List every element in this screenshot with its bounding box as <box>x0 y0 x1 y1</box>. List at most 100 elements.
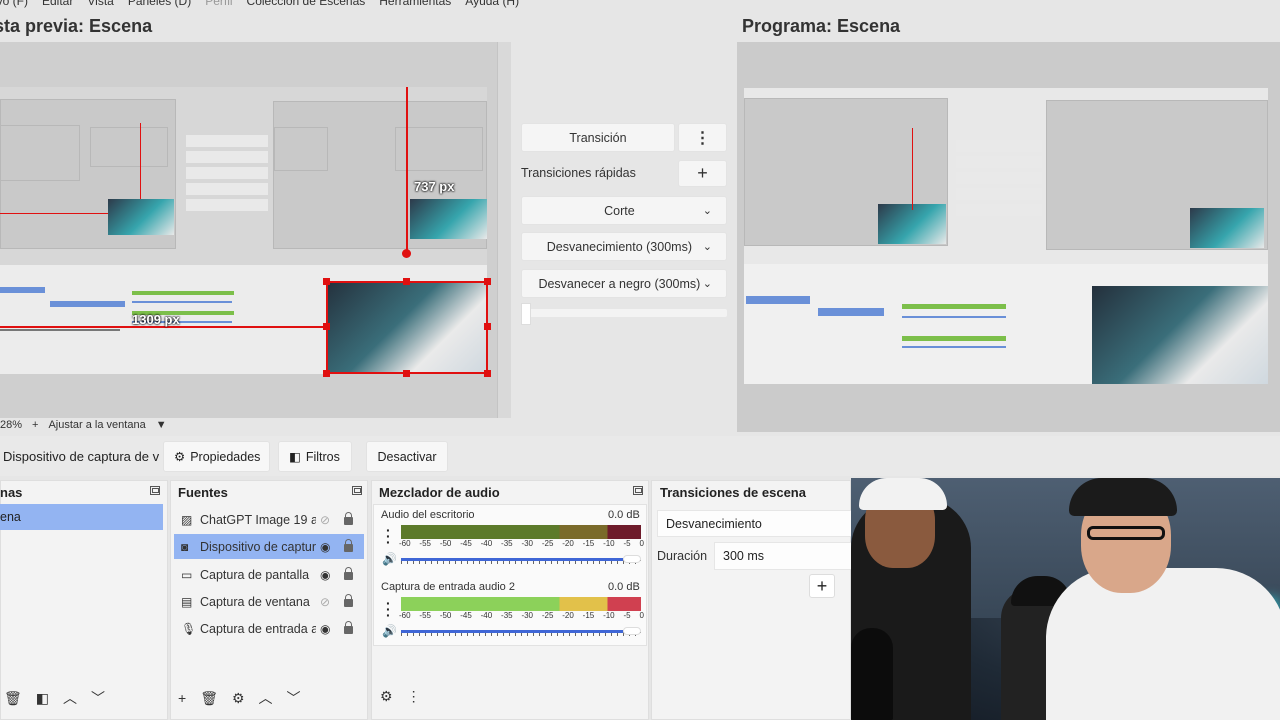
zoom-in-icon[interactable]: + <box>32 419 38 431</box>
db-tick: -40 <box>480 539 493 548</box>
scenes-toolbar: 🗑 ◧ ︿ ﹀ <box>4 688 105 708</box>
speaker-icon[interactable]: 🔊 <box>382 552 397 566</box>
volume-knob[interactable] <box>623 555 641 563</box>
nested-button <box>956 140 1042 152</box>
volume-slider[interactable] <box>401 630 623 633</box>
distance-label-vertical: 737 px <box>414 179 455 194</box>
guide-handle[interactable] <box>402 249 411 258</box>
deactivate-button[interactable]: Desactivar <box>366 441 448 472</box>
level-meter <box>401 525 641 532</box>
lock-icon[interactable] <box>344 567 353 580</box>
glasses <box>1087 526 1165 540</box>
db-tick: -45 <box>460 611 472 620</box>
channel-menu-icon[interactable]: · · · <box>386 523 391 549</box>
source-label: Captura de pantalla <box>200 567 310 582</box>
quick-transition-cut[interactable]: Corte ⌄ <box>521 196 727 225</box>
menu-tools[interactable]: Herramientas <box>379 0 451 10</box>
resize-handle-bl[interactable] <box>323 370 330 377</box>
menu-scene-collection[interactable]: Colección de Escenas <box>247 0 366 10</box>
db-tick: -20 <box>562 539 574 548</box>
transition-button[interactable]: Transición <box>521 123 675 152</box>
filters-button[interactable]: ◧ Filtros <box>278 441 352 472</box>
lock-icon[interactable] <box>344 539 353 552</box>
nested-divider <box>0 329 120 331</box>
nested-meter <box>902 336 1006 341</box>
person-right <box>1046 568 1280 720</box>
scene-item-selected[interactable]: ena <box>0 504 163 530</box>
db-tick: -45 <box>460 539 472 548</box>
nested-camera <box>410 199 487 239</box>
zoom-dropdown-icon[interactable]: ▼ <box>156 419 167 431</box>
volume-knob[interactable] <box>623 627 641 635</box>
menu-file[interactable]: ivo (F) <box>0 0 28 10</box>
eye-hidden-icon[interactable]: ⊘ <box>320 595 330 609</box>
eye-icon[interactable]: ◉ <box>320 540 330 554</box>
eye-icon[interactable]: ◉ <box>320 622 330 636</box>
program-screen-capture <box>744 88 1268 384</box>
move-down-icon[interactable]: ﹀ <box>91 688 105 708</box>
source-item-selected[interactable]: ◙ Dispositivo de captur ◉ <box>174 534 364 559</box>
eye-hidden-icon[interactable]: ⊘ <box>320 513 330 527</box>
eye-icon[interactable]: ◉ <box>320 568 330 582</box>
resize-handle-l[interactable] <box>323 323 330 330</box>
gear-icon[interactable]: ⚙ <box>232 690 245 707</box>
menu-docks[interactable]: Paneles (D) <box>128 0 191 10</box>
tbar-handle[interactable] <box>521 303 531 325</box>
resize-handle-t[interactable] <box>403 278 410 285</box>
nested-guide <box>912 128 913 210</box>
filter-icon[interactable]: ◧ <box>36 690 49 707</box>
undock-icon[interactable] <box>150 486 160 495</box>
resize-handle-r[interactable] <box>484 323 491 330</box>
mixer-menu-icon[interactable]: ⋮ <box>407 688 421 705</box>
source-item[interactable]: ▭ Captura de pantalla ◉ <box>174 562 364 587</box>
lock-icon[interactable] <box>344 621 353 634</box>
properties-button[interactable]: ⚙ Propiedades <box>163 441 270 472</box>
chevron-down-icon: ⌄ <box>702 205 712 217</box>
quick-transition-fade[interactable]: Desvanecimiento (300ms) ⌄ <box>521 232 727 261</box>
quick-transition-fade-black[interactable]: Desvanecer a negro (300ms) ⌄ <box>521 269 727 298</box>
resize-handle-br[interactable] <box>484 370 491 377</box>
menu-profile[interactable]: Perfil <box>205 0 232 10</box>
selection-box[interactable] <box>326 281 488 374</box>
db-tick: -10 <box>603 539 615 548</box>
move-up-icon[interactable]: ︿ <box>259 688 273 708</box>
fit-to-window[interactable]: Ajustar a la ventana <box>48 419 145 431</box>
lock-icon[interactable] <box>344 594 353 607</box>
resize-handle-tl[interactable] <box>323 278 330 285</box>
transition-select[interactable]: Desvanecimiento <box>657 510 852 537</box>
source-item[interactable]: 🎙 Captura de entrada a ◉ <box>174 616 364 641</box>
advanced-audio-icon[interactable]: ⚙ <box>380 688 393 705</box>
resize-handle-tr[interactable] <box>484 278 491 285</box>
lock-icon[interactable] <box>344 512 353 525</box>
quick-transition-label: Corte <box>604 203 635 218</box>
trash-icon[interactable]: 🗑 <box>200 690 218 707</box>
duration-input[interactable]: 300 ms <box>714 542 852 570</box>
menu-help[interactable]: Ayuda (H) <box>465 0 519 10</box>
speaker-icon[interactable]: 🔊 <box>382 624 397 638</box>
db-scale: -60 -55 -50 -45 -40 -35 -30 -25 -20 -15 -10 -5 0 <box>399 539 644 548</box>
channel-label: Captura de entrada audio 2 <box>381 581 515 593</box>
source-item[interactable]: ▤ Captura de ventana ⊘ <box>174 589 364 614</box>
trash-icon[interactable]: 🗑 <box>4 690 22 707</box>
menu-edit[interactable]: Editar <box>42 0 73 10</box>
microphone <box>851 628 893 720</box>
tbar-track[interactable] <box>521 309 727 317</box>
source-item[interactable]: ▨ ChatGPT Image 19 ag ⊘ <box>174 507 364 532</box>
undock-icon[interactable] <box>352 486 362 495</box>
channel-menu-icon[interactable]: · · · <box>386 596 391 622</box>
move-up-icon[interactable]: ︿ <box>63 688 77 708</box>
volume-slider[interactable] <box>401 558 623 561</box>
nested-button <box>186 199 268 211</box>
undock-icon[interactable] <box>633 486 643 495</box>
add-icon[interactable]: + <box>178 690 186 706</box>
nested-camera <box>878 204 946 244</box>
preview-splitter[interactable] <box>497 42 511 418</box>
add-quick-transition-icon[interactable]: + <box>678 160 727 187</box>
move-down-icon[interactable]: ﹀ <box>287 688 301 708</box>
add-transition-icon[interactable]: + <box>809 574 835 598</box>
menu-view[interactable]: Vista <box>87 0 113 10</box>
level-meter <box>401 532 641 539</box>
nested-button <box>186 151 268 163</box>
transition-menu-icon[interactable]: ⋮ <box>678 123 727 152</box>
resize-handle-b[interactable] <box>403 370 410 377</box>
